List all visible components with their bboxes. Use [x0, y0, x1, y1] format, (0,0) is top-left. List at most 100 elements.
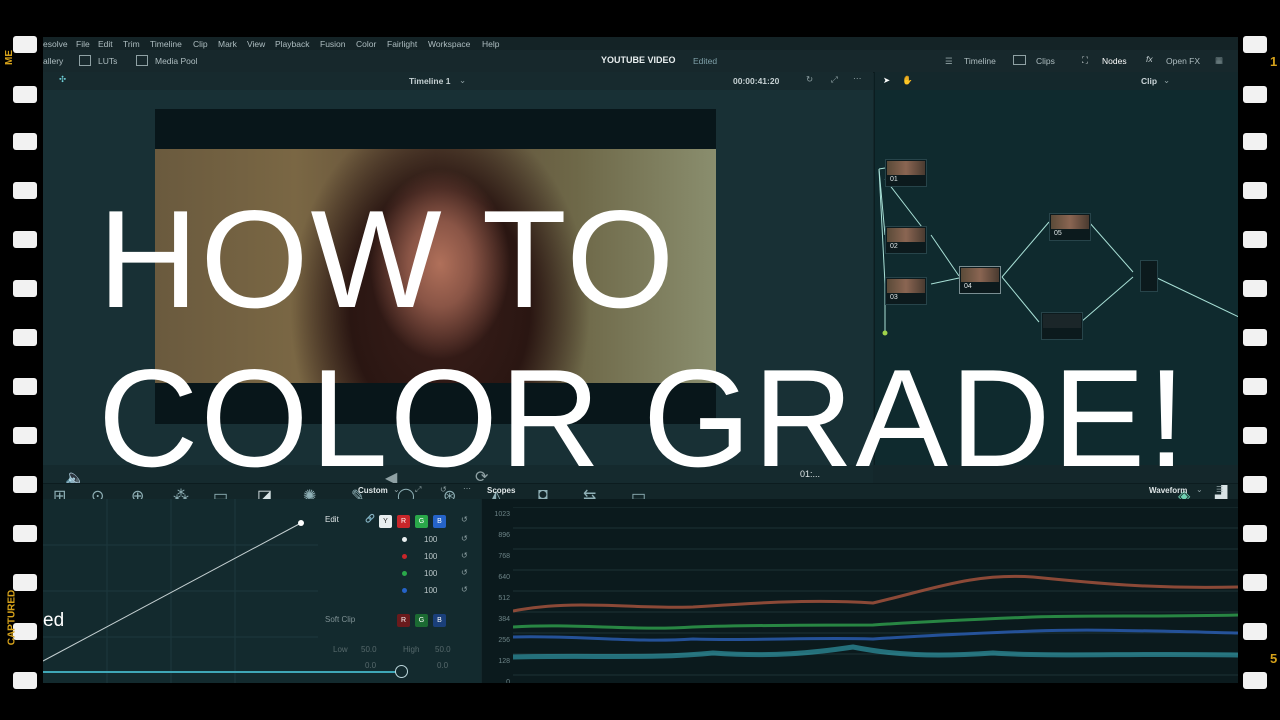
- film-hole: [13, 378, 37, 395]
- low-soft-value[interactable]: 0.0: [365, 661, 376, 670]
- reset-icon[interactable]: ↺: [461, 551, 468, 560]
- film-hole: [13, 672, 37, 689]
- project-status: Edited: [693, 56, 718, 66]
- film-hole: [13, 182, 37, 199]
- menu-fairlight[interactable]: Fairlight: [387, 39, 417, 49]
- intensity-r-value[interactable]: 100: [424, 552, 437, 561]
- fullscreen-icon[interactable]: ⤢: [831, 74, 838, 85]
- menu-bar: esolve File Edit Trim Timeline Clip Mark…: [43, 37, 1238, 50]
- film-hole: [1243, 476, 1267, 493]
- soft-clip-b-button[interactable]: B: [433, 614, 446, 627]
- gallery-button[interactable]: allery: [43, 56, 63, 66]
- scrubber-handle[interactable]: [395, 665, 408, 678]
- film-hole: [1243, 182, 1267, 199]
- channel-g-button[interactable]: G: [415, 515, 428, 528]
- menu-playback[interactable]: Playback: [275, 39, 310, 49]
- scope-settings-icon[interactable]: ☰: [1216, 485, 1223, 494]
- node-03[interactable]: 03: [885, 277, 927, 305]
- soft-clip-r-button[interactable]: R: [397, 614, 410, 627]
- menu-view[interactable]: View: [247, 39, 265, 49]
- film-edge-text: CAPTURED: [6, 589, 18, 646]
- timeline-toggle[interactable]: Timeline: [964, 56, 996, 66]
- film-hole: [1243, 36, 1267, 53]
- high-soft-value[interactable]: 0.0: [437, 661, 448, 670]
- film-hole: [1243, 378, 1267, 395]
- high-label: High: [403, 645, 420, 654]
- film-hole: [1243, 231, 1267, 248]
- node-05[interactable]: 05: [1049, 213, 1091, 241]
- film-hole: [13, 133, 37, 150]
- timeline-scrubber-track[interactable]: [43, 671, 405, 673]
- open-fx-toggle[interactable]: Open FX: [1166, 56, 1200, 66]
- film-hole: [1243, 329, 1267, 346]
- media-pool-button[interactable]: Media Pool: [155, 56, 198, 66]
- node-06[interactable]: [1041, 312, 1083, 340]
- chevron-down-icon[interactable]: ⌄: [459, 75, 466, 86]
- green-dot: [402, 571, 407, 576]
- reset-icon[interactable]: ↺: [461, 568, 468, 577]
- reset-icon[interactable]: ↺: [461, 515, 468, 524]
- luts-button[interactable]: LUTs: [98, 56, 117, 66]
- intensity-y-value[interactable]: 100: [424, 535, 437, 544]
- highlight-tool-icon[interactable]: ✣: [59, 74, 66, 85]
- timeline-name[interactable]: Timeline 1: [409, 76, 450, 86]
- intensity-g-value[interactable]: 100: [424, 569, 437, 578]
- cropped-text-fragment: ed: [43, 610, 65, 631]
- film-hole: [13, 574, 37, 591]
- film-hole: [1243, 574, 1267, 591]
- menu-resolve[interactable]: esolve: [43, 39, 68, 49]
- menu-edit[interactable]: Edit: [98, 39, 113, 49]
- menu-workspace[interactable]: Workspace: [428, 39, 470, 49]
- soft-clip-g-button[interactable]: G: [415, 614, 428, 627]
- menu-color[interactable]: Color: [356, 39, 376, 49]
- nodes-icon: ⛶: [1082, 55, 1088, 65]
- filmstrip-left: ME CAPTURED: [0, 0, 43, 720]
- luts-icon: [79, 55, 91, 66]
- parallel-mixer-node[interactable]: [1140, 260, 1158, 292]
- film-hole: [13, 427, 37, 444]
- channel-b-button[interactable]: B: [433, 515, 446, 528]
- blue-dot: [402, 588, 407, 593]
- low-label: Low: [333, 645, 348, 654]
- film-edge-text: ME: [4, 50, 15, 65]
- film-hole: [13, 476, 37, 493]
- node-02[interactable]: 02: [885, 226, 927, 254]
- film-hole: [13, 525, 37, 542]
- red-dot: [402, 554, 407, 559]
- film-hole: [13, 231, 37, 248]
- open-fx-icon: fx: [1146, 54, 1153, 64]
- curve-graph[interactable]: [43, 499, 318, 683]
- node-01[interactable]: 01: [885, 159, 927, 187]
- menu-help[interactable]: Help: [482, 39, 499, 49]
- chevron-down-icon[interactable]: ⌄: [1196, 485, 1203, 494]
- high-value[interactable]: 50.0: [435, 645, 451, 654]
- intensity-b-value[interactable]: 100: [424, 586, 437, 595]
- reset-icon[interactable]: ↺: [461, 585, 468, 594]
- film-hole: [1243, 672, 1267, 689]
- more-options-icon[interactable]: ⋯: [853, 73, 862, 84]
- grid-icon[interactable]: ▦: [1215, 55, 1223, 66]
- link-icon[interactable]: 🔗: [365, 514, 375, 523]
- film-hole: [13, 280, 37, 297]
- channel-r-button[interactable]: R: [397, 515, 410, 528]
- menu-trim[interactable]: Trim: [123, 39, 140, 49]
- menu-timeline[interactable]: Timeline: [150, 39, 182, 49]
- menu-file[interactable]: File: [76, 39, 90, 49]
- node-04[interactable]: 04: [959, 266, 1001, 294]
- soft-clip-label: Soft Clip: [325, 615, 356, 624]
- clips-icon: [1013, 55, 1026, 65]
- clips-toggle[interactable]: Clips: [1036, 56, 1055, 66]
- nodes-toggle[interactable]: Nodes: [1102, 56, 1127, 66]
- menu-fusion[interactable]: Fusion: [320, 39, 346, 49]
- reset-icon[interactable]: ↺: [461, 534, 468, 543]
- viewer-timecode[interactable]: 00:00:41:20: [733, 76, 779, 86]
- scopes-panel: Scopes Waveform ⌄ ☰ 1023 896 768 640 512 384 2…: [482, 485, 1238, 683]
- film-hole: [1243, 86, 1267, 103]
- luma-dot: [402, 537, 407, 542]
- low-value[interactable]: 50.0: [361, 645, 377, 654]
- menu-clip[interactable]: Clip: [193, 39, 208, 49]
- loop-icon[interactable]: ↻: [806, 74, 813, 85]
- viewer-header: Timeline 1 ⌄ 00:00:41:20 ↻ ⤢ ⋯ ✣: [43, 72, 873, 90]
- channel-y-button[interactable]: Y: [379, 515, 392, 528]
- menu-mark[interactable]: Mark: [218, 39, 237, 49]
